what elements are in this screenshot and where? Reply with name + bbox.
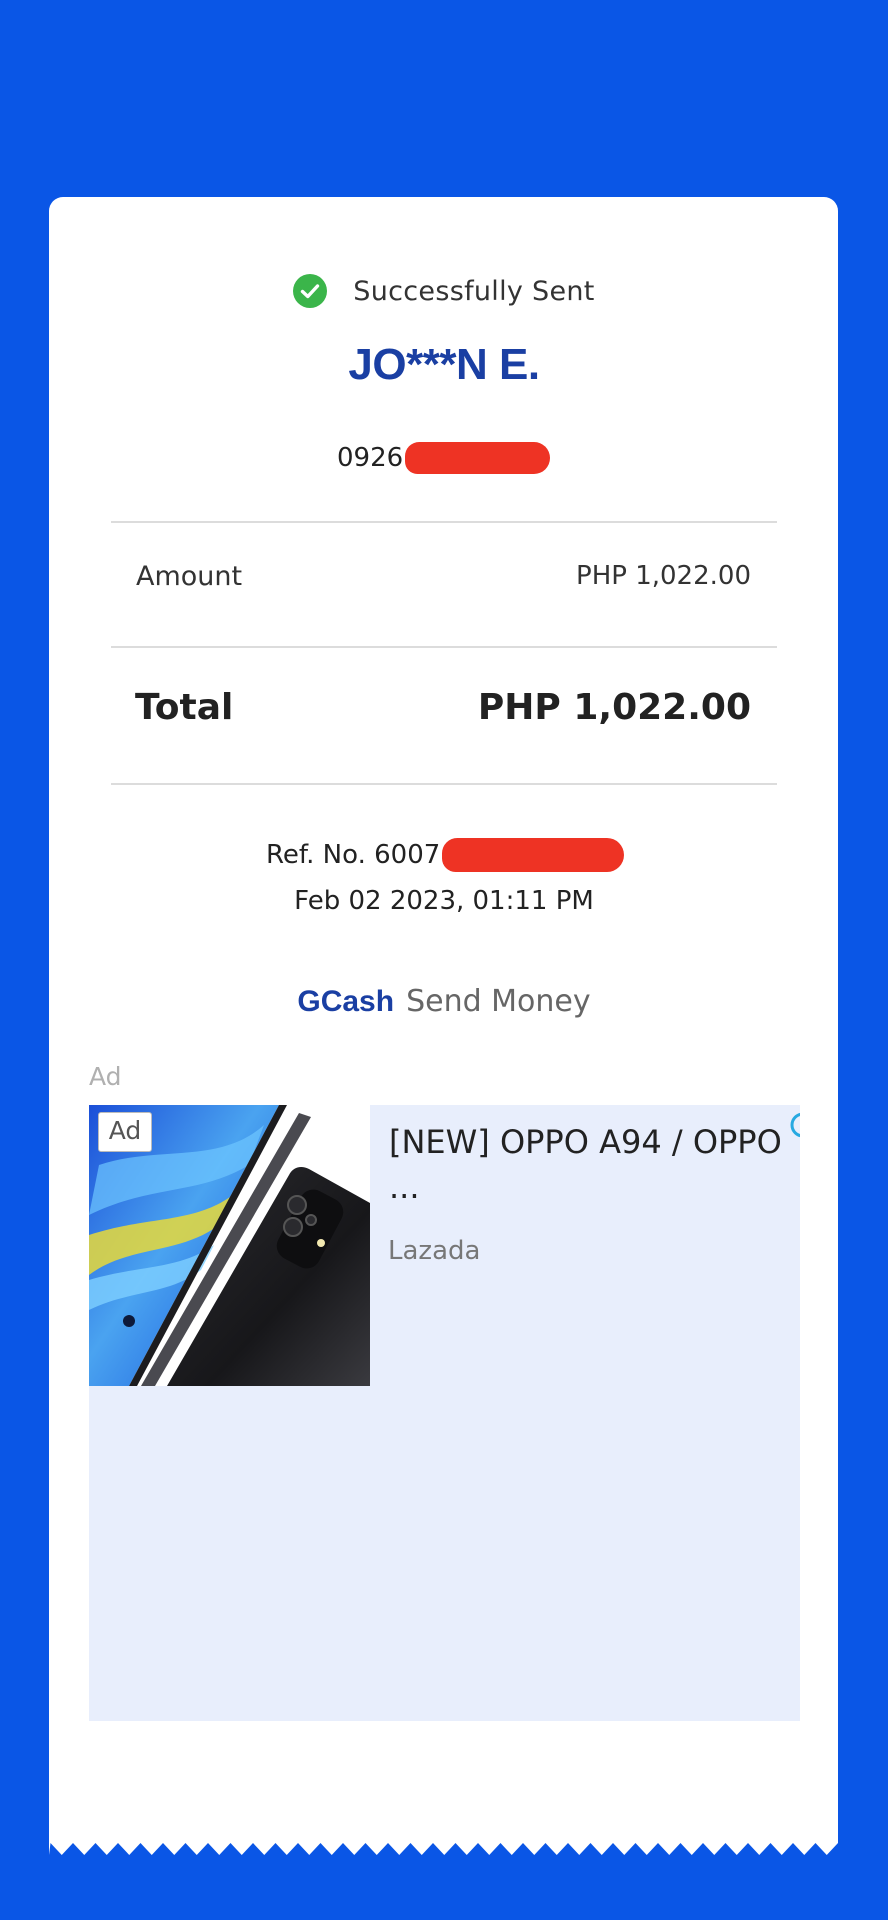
total-value: PHP 1,022.00 <box>477 687 751 728</box>
recipient-name: JO***N E. <box>348 340 540 389</box>
ad-source[interactable]: Lazada <box>388 1236 480 1266</box>
phone-number-prefix: 0926 <box>337 443 404 473</box>
reference-redaction-mark <box>442 838 625 872</box>
receipt-zigzag-edge <box>49 1835 838 1855</box>
recipient-phone: 0926 <box>337 438 551 478</box>
amount-value: PHP 1,022.00 <box>576 561 751 591</box>
reference-number: Ref. No. 6007 <box>266 835 625 875</box>
amount-label: Amount <box>136 561 243 592</box>
ad-title[interactable]: [NEW] OPPO A94 / OPPO ... <box>389 1120 794 1210</box>
phone-redaction-mark <box>405 442 551 474</box>
service-name: Send Money <box>406 984 591 1019</box>
service-brand: GCash Send Money <box>0 984 888 1019</box>
check-circle-icon <box>293 274 328 308</box>
gcash-logo-text: GCash <box>297 985 395 1018</box>
reference-number-prefix: Ref. No. 6007 <box>266 840 441 870</box>
divider-top <box>111 521 777 523</box>
divider-bottom <box>111 783 777 785</box>
ad-section-label: Ad <box>89 1062 122 1091</box>
transaction-datetime: Feb 02 2023, 01:11 PM <box>294 886 594 916</box>
total-label: Total <box>135 687 234 728</box>
status-text: Successfully Sent <box>353 275 595 307</box>
status-row: Successfully Sent <box>0 273 888 309</box>
adchoices-icon[interactable] <box>790 1112 800 1138</box>
ad-badge: Ad <box>98 1112 152 1152</box>
divider-middle <box>111 646 777 648</box>
